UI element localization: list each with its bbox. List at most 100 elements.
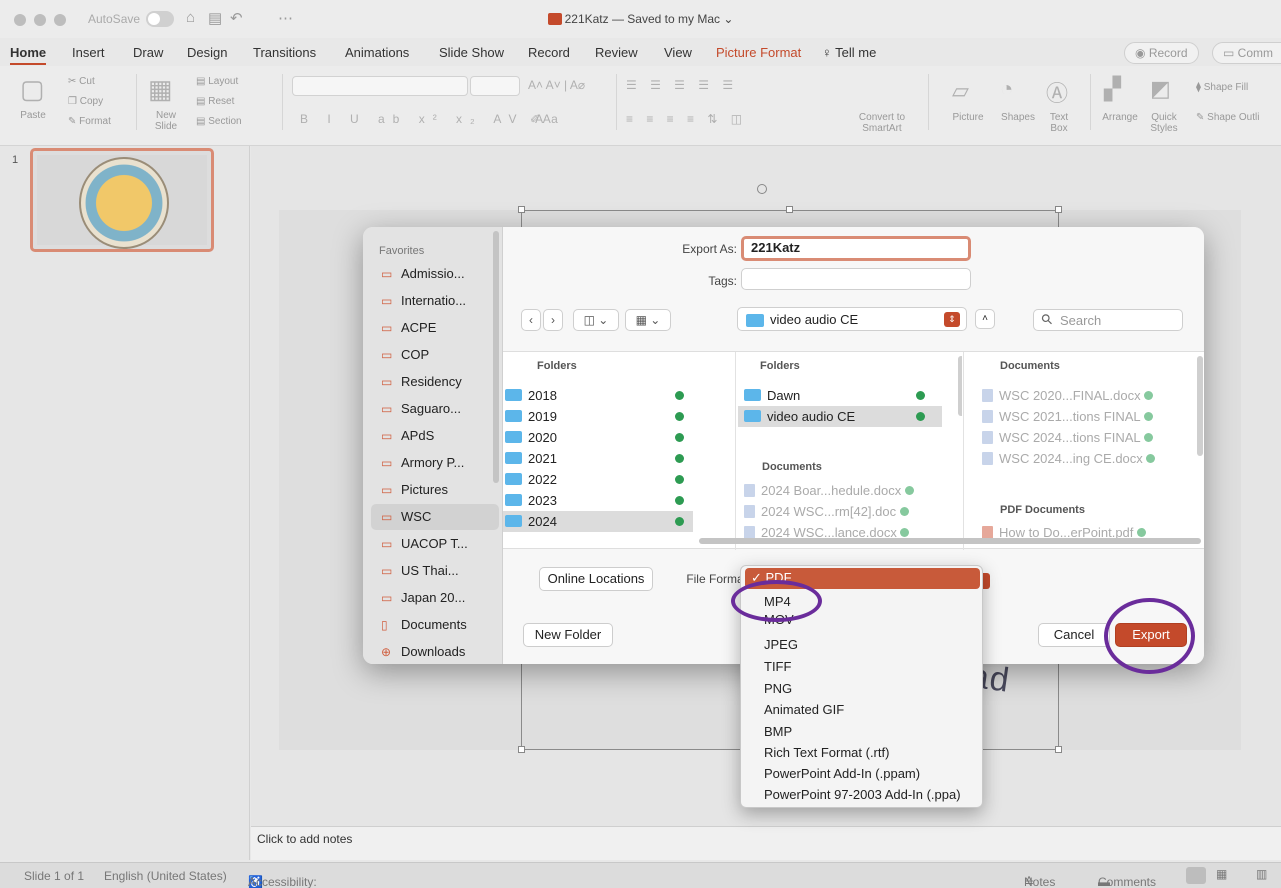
resize-handle[interactable] [518,206,525,213]
convert-smartart-label[interactable]: Convert to SmartArt [852,112,912,134]
sidebar-item-wsc[interactable]: ▭ WSC [371,504,499,530]
layout-button[interactable]: ▤ Layout [196,76,238,87]
tags-field[interactable] [741,268,971,290]
arrange-icon[interactable]: ▞ [1104,76,1121,102]
format-painter-button[interactable]: ✎ Format [68,116,111,127]
list-item[interactable]: 2021 [503,448,693,469]
list-item[interactable]: 2024 WSC...rm[42].doc [738,501,942,522]
font-name-select[interactable] [292,76,468,96]
paragraph-icons[interactable]: ☰ ☰ ☰ ☰ ☰ [626,78,738,92]
back-button[interactable]: ‹ [521,309,541,331]
menu-item-rtf[interactable]: Rich Text Format (.rtf) [764,745,889,766]
tab-review[interactable]: Review [595,45,638,60]
tab-home[interactable]: Home [10,45,47,65]
record-button[interactable]: ◉ Record [1124,42,1199,64]
font-size-arrows-icon[interactable]: A˄ A˅ | A⌀ [528,78,585,92]
copy-button[interactable]: ❐ Copy [68,96,103,107]
highlight-icon[interactable]: ✐ A [530,112,551,126]
group-button[interactable]: ▦ ⌄ [625,309,671,331]
sidebar-item-downloads[interactable]: ⊕ Downloads [371,639,499,664]
sidebar-item-saguaro[interactable]: ▭ Saguaro... [371,396,499,422]
column-scrollbar[interactable] [1197,356,1203,456]
online-locations-button[interactable]: Online Locations [539,567,653,591]
shape-outline-button[interactable]: ✎ Shape Outli [1196,112,1259,123]
menu-item-jpeg[interactable]: JPEG [764,637,798,658]
list-item[interactable]: WSC 2024...ing CE.docx [978,448,1188,469]
sidebar-item-us-thai[interactable]: ▭ US Thai... [371,558,499,584]
slide-thumbnail[interactable] [30,148,214,252]
menu-item-ppa[interactable]: PowerPoint 97-2003 Add-In (.ppa) [764,787,961,808]
resize-handle[interactable] [1055,206,1062,213]
tab-draw[interactable]: Draw [133,45,163,60]
menu-item-bmp[interactable]: BMP [764,724,792,745]
list-item[interactable]: 2024 Boar...hedule.docx [738,480,942,501]
tab-picture-format[interactable]: Picture Format [716,45,801,60]
picture-icon[interactable]: ▱ [952,78,969,104]
tab-animations[interactable]: Animations [345,45,409,60]
sidebar-item-admissions[interactable]: ▭ Admissio... [371,261,499,287]
language-status[interactable]: English (United States) [104,869,227,883]
list-item[interactable]: 2024 [503,511,693,532]
sidebar-item-pictures[interactable]: ▭ Pictures [371,477,499,503]
sidebar-item-cop[interactable]: ▭ COP [371,342,499,368]
sidebar-item-documents[interactable]: ▯ Documents [371,612,499,638]
sidebar-item-japan[interactable]: ▭ Japan 20... [371,585,499,611]
sidebar-item-apds[interactable]: ▭ APdS [371,423,499,449]
new-slide-icon[interactable]: ▦ [148,74,173,105]
resize-handle[interactable] [786,206,793,213]
list-item[interactable]: WSC 2021...tions FINAL [978,406,1188,427]
reset-button[interactable]: ▤ Reset [196,96,234,107]
notes-pane[interactable]: Click to add notes [251,826,1281,860]
resize-handle[interactable] [518,746,525,753]
resize-handle[interactable] [1055,746,1062,753]
paste-icon[interactable]: ▢ [20,74,45,105]
quick-styles-icon[interactable]: ◩ [1150,76,1171,102]
list-item[interactable]: 2022 [503,469,693,490]
new-folder-button[interactable]: New Folder [523,623,613,647]
menu-item-animated-gif[interactable]: Animated GIF [764,702,844,723]
list-item[interactable]: 2020 [503,427,693,448]
tab-slide-show[interactable]: Slide Show [439,45,504,60]
sidebar-item-acpe[interactable]: ▭ ACPE [371,315,499,341]
comments-button[interactable]: ▭ Comm [1212,42,1281,64]
section-button[interactable]: ▤ Section [196,116,242,127]
sidebar-item-residency[interactable]: ▭ Residency [371,369,499,395]
rotate-handle[interactable] [757,184,767,194]
sidebar-item-uacop[interactable]: ▭ UACOP T... [371,531,499,557]
search-input[interactable]: Search [1033,309,1183,331]
alignment-icons[interactable]: ≡ ≡ ≡ ≡ ⇅ ◫ [626,112,747,126]
reading-view-icon[interactable]: ▥ [1256,867,1267,881]
tab-insert[interactable]: Insert [72,45,105,60]
menu-item-png[interactable]: PNG [764,681,792,702]
slide-sorter-icon[interactable]: ▦ [1216,867,1227,881]
expand-collapse-button[interactable]: ˄ [975,309,995,329]
list-item[interactable]: Dawn [738,385,942,406]
tab-transitions[interactable]: Transitions [253,45,316,60]
tab-tell-me[interactable]: ♀ Tell me [822,45,876,60]
horizontal-scrollbar[interactable] [699,538,1201,544]
tab-design[interactable]: Design [187,45,227,60]
text-format-icons[interactable]: B I U ab x² x₂ AV Aa [300,112,566,126]
column-scrollbar[interactable] [958,356,962,416]
list-item[interactable]: 2019 [503,406,693,427]
menu-item-ppam[interactable]: PowerPoint Add-In (.ppam) [764,766,920,787]
sidebar-item-international[interactable]: ▭ Internatio... [371,288,499,314]
list-item[interactable]: 2018 [503,385,693,406]
font-size-select[interactable] [470,76,520,96]
tab-view[interactable]: View [664,45,692,60]
export-as-field[interactable]: 221Katz [741,236,971,261]
tab-record[interactable]: Record [528,45,570,60]
location-select[interactable]: video audio CE ⇕ [737,307,967,331]
column-view-button[interactable]: ◫ ⌄ [573,309,619,331]
list-item[interactable]: 2023 [503,490,693,511]
shapes-icon[interactable]: ◔ [1000,76,1013,102]
menu-item-tiff[interactable]: TIFF [764,659,791,680]
text-box-icon[interactable]: Ⓐ [1046,76,1068,108]
normal-view-icon[interactable] [1186,867,1206,884]
list-item[interactable]: video audio CE [738,406,942,427]
sidebar-scrollbar[interactable] [493,231,499,483]
forward-button[interactable]: › [543,309,563,331]
list-item[interactable]: WSC 2024...tions FINAL [978,427,1188,448]
shape-fill-button[interactable]: ⧫ Shape Fill [1196,82,1248,93]
cancel-button[interactable]: Cancel [1038,623,1110,647]
